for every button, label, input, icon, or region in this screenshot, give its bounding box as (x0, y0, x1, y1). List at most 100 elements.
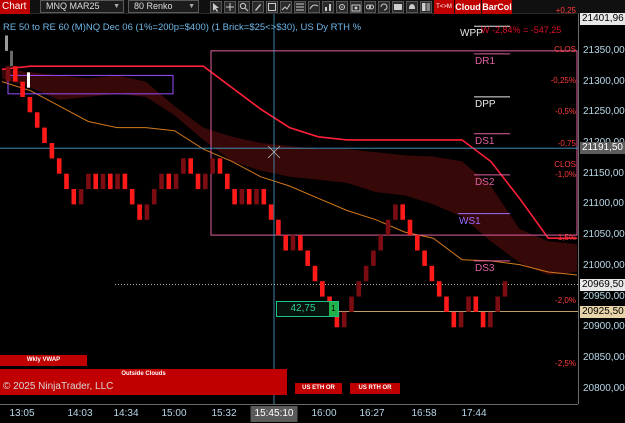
renko-brick (451, 311, 457, 328)
renko-brick (151, 189, 157, 205)
renko-brick (371, 250, 376, 266)
renko-brick (356, 281, 362, 297)
sync-icon (380, 3, 388, 11)
renko-brick (64, 173, 69, 190)
renko-brick (290, 235, 296, 251)
barcol-toggle-button[interactable]: BarCol (482, 0, 512, 14)
link-button[interactable] (364, 1, 376, 13)
renko-brick (305, 250, 310, 266)
pivot-level-label: DS3 (475, 262, 495, 274)
renko-brick (312, 265, 318, 282)
data-box-icon (296, 3, 304, 11)
time-tick-label: 15:32 (211, 408, 237, 419)
indicators-button[interactable] (308, 1, 320, 13)
time-tick-label: 15:00 (161, 408, 187, 419)
percent-level-label: CLOS (554, 160, 576, 170)
renko-brick (173, 173, 179, 190)
layout-button[interactable] (420, 1, 432, 13)
snapshot-button[interactable] (350, 1, 362, 13)
percent-level-label: -1,5% (555, 232, 576, 242)
instrument-select[interactable]: MNQ MAR25 ▼ (40, 0, 124, 13)
news-button[interactable] (392, 1, 404, 13)
pivot-level-label: DS2 (475, 176, 495, 188)
drawing-tool-button[interactable] (252, 1, 264, 13)
layout-icon (422, 3, 430, 11)
price-marker-box: 21191,50 (580, 142, 625, 155)
price-tick-label: 21050,00 (583, 229, 625, 241)
chart-trader-button[interactable] (280, 1, 292, 13)
renko-brick (10, 50, 13, 67)
renko-brick (502, 281, 508, 297)
percent-level-label: -1,0% (555, 169, 576, 179)
price-tick-label: 21350,00 (583, 44, 625, 56)
pencil-icon (255, 4, 261, 11)
renko-brick (137, 204, 142, 220)
time-axis[interactable]: 15:45:10 13:05 14:03 14:34 15:00 15:32 16:00 1… (0, 404, 578, 423)
renko-brick (232, 189, 237, 205)
time-tick-label: 16:27 (359, 408, 385, 419)
renko-brick (488, 311, 493, 328)
chart-toolbar: Chart MNQ MAR25 ▼ 80 Renko ▼ T<>M Cloud … (0, 0, 625, 14)
renko-brick (341, 311, 347, 328)
time-tick-label: 16:00 (311, 408, 337, 419)
price-axis[interactable]: 21350,0021300,0021250,0021200,0021150,00… (578, 12, 625, 404)
renko-brick (429, 265, 435, 282)
renko-brick (495, 296, 500, 312)
pointer-icon (213, 3, 219, 12)
pivot-level-label: WS1 (459, 215, 481, 227)
renko-brick (268, 204, 274, 220)
tm-toggle-button[interactable]: T<>M (434, 0, 454, 14)
percent-level-label: -0,75 (557, 139, 576, 149)
renko-brick (78, 189, 84, 205)
alert-button[interactable] (406, 1, 418, 13)
renko-brick (378, 235, 383, 251)
time-tick-label: 16:58 (411, 408, 437, 419)
magnifier-icon (239, 2, 249, 12)
price-tick-label: 21150,00 (583, 167, 624, 179)
renko-brick (407, 219, 413, 236)
strategy-icon (325, 4, 331, 11)
renko-brick (436, 281, 442, 297)
renko-brick (108, 173, 113, 190)
chart-menu-button[interactable]: Chart (0, 0, 30, 14)
strategies-button[interactable] (322, 1, 334, 13)
percent-level-label: CLOS (554, 44, 576, 54)
renko-brick (188, 158, 193, 174)
renko-brick (203, 173, 208, 190)
data-box-button[interactable] (294, 1, 306, 13)
crosshair-tool-button[interactable] (224, 1, 236, 13)
renko-brick (166, 173, 172, 190)
renko-brick (181, 158, 186, 174)
us-rth-or-button[interactable]: US RTH OR (350, 383, 400, 394)
templates-button[interactable] (266, 1, 278, 13)
sync-button[interactable] (378, 1, 390, 13)
renko-brick (261, 189, 267, 205)
renko-brick (400, 204, 405, 220)
crosshair-icon (226, 3, 234, 11)
pivot-level-label: DS1 (475, 135, 495, 147)
brick-counter-badge: 1 (329, 302, 338, 316)
template-icon (268, 3, 276, 11)
chart-title: RE 50 to RE 60 (M)NQ Dec 06 (1%=200p=$40… (3, 22, 362, 33)
renko-brick (34, 112, 40, 128)
properties-button[interactable] (336, 1, 348, 13)
renko-brick (86, 173, 91, 190)
us-eth-or-button[interactable]: US ETH OR (295, 383, 342, 394)
cloud-toggle-button[interactable]: Cloud (455, 0, 481, 14)
wkly-vwap-button[interactable]: Wkly VWAP (0, 355, 87, 366)
renko-brick (349, 296, 354, 312)
chevron-down-icon: ▼ (188, 3, 195, 10)
price-tick-label: 21250,00 (583, 106, 625, 118)
pivot-level-label: DR1 (475, 55, 496, 67)
renko-brick (195, 173, 201, 190)
camera-icon (351, 4, 361, 12)
renko-brick (144, 204, 150, 220)
pivot-level-label: DPP (475, 98, 496, 110)
renko-brick (276, 219, 281, 236)
pivot-level-label: WPP (460, 28, 483, 40)
bar-type-select[interactable]: 80 Renko ▼ (128, 0, 199, 13)
renko-brick (13, 66, 18, 82)
zoom-tool-button[interactable] (238, 1, 250, 13)
pointer-tool-button[interactable] (210, 1, 222, 13)
percent-level-label: +0,25 (555, 5, 576, 15)
